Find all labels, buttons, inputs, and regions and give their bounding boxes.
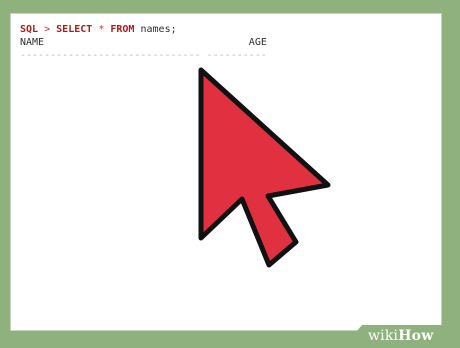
header-divider-row: ------------------------------ ---------… [20,49,267,62]
logo-how: How [398,328,434,344]
table-name: names; [140,24,177,35]
wikihow-logo-text: wikiHow [368,328,433,344]
column-header-row: NAME AGE [20,36,267,49]
divider-name: ------------------------------ [20,50,201,61]
star-symbol: * [98,24,105,35]
prompt-symbol: > [44,24,51,35]
select-keyword: SELECT [56,24,93,35]
from-keyword: FROM [110,24,135,35]
sql-prompt: SQL [20,24,39,35]
column-header-name: NAME [20,37,45,48]
sql-terminal-output: SQL > SELECT * FROM names; NAME AGE ------… [20,23,267,62]
column-header-age: AGE [248,37,267,48]
divider-age: ---------- [206,50,267,61]
terminal-window: SQL > SELECT * FROM names; NAME AGE ------… [10,13,442,331]
wikihow-logo: wikiHow [342,325,460,348]
sql-command-line: SQL > SELECT * FROM names; [20,23,267,36]
logo-wiki: wiki [368,328,399,344]
